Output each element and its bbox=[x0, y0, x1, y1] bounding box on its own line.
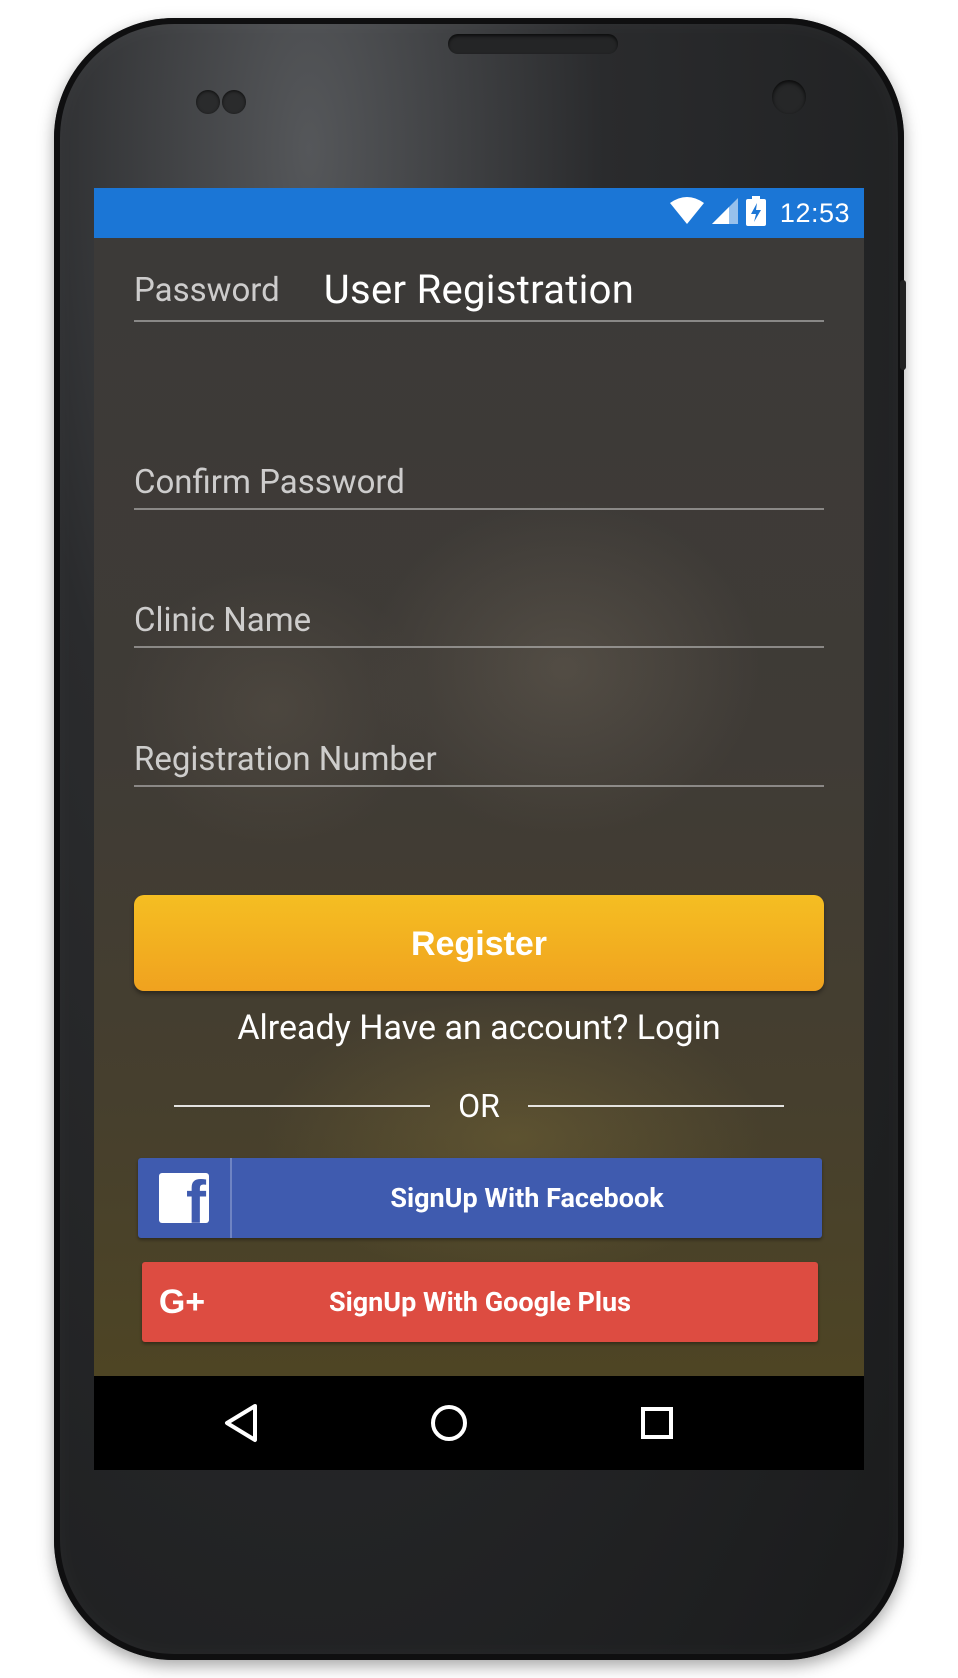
phone-sensor bbox=[222, 90, 246, 114]
facebook-icon-container: f bbox=[138, 1158, 232, 1238]
register-button[interactable]: Register bbox=[134, 895, 824, 991]
power-button bbox=[900, 280, 906, 370]
google-plus-icon: G+ bbox=[158, 1282, 206, 1321]
home-icon[interactable] bbox=[424, 1398, 474, 1448]
status-bar: 12:53 bbox=[94, 188, 864, 238]
phone-sensor bbox=[196, 90, 220, 114]
page-title: User Registration bbox=[323, 266, 635, 313]
wifi-icon bbox=[669, 197, 704, 229]
google-plus-signup-button[interactable]: G+ SignUp With Google Plus bbox=[142, 1262, 818, 1342]
confirm-password-input[interactable] bbox=[134, 463, 824, 502]
divider-line bbox=[527, 1105, 785, 1107]
registration-number-input[interactable] bbox=[134, 740, 824, 779]
back-icon[interactable] bbox=[216, 1398, 266, 1448]
battery-charging-icon bbox=[745, 196, 766, 230]
phone-earpiece bbox=[448, 34, 618, 54]
cell-signal-icon bbox=[711, 198, 738, 228]
front-camera bbox=[772, 80, 806, 114]
registration-number-field bbox=[134, 715, 824, 787]
or-divider: OR bbox=[174, 1086, 785, 1126]
status-time: 12:53 bbox=[779, 197, 850, 228]
google-plus-signup-label: SignUp With Google Plus bbox=[328, 1286, 632, 1318]
facebook-signup-button[interactable]: f SignUp With Facebook bbox=[138, 1158, 822, 1238]
recents-icon[interactable] bbox=[632, 1398, 682, 1448]
facebook-icon: f bbox=[159, 1173, 209, 1223]
divider-line bbox=[174, 1105, 431, 1107]
confirm-password-field bbox=[134, 438, 824, 510]
or-label: OR bbox=[458, 1087, 500, 1125]
phone-screen: 12:53 User Registration Register Already… bbox=[94, 188, 864, 1470]
navigation-bar bbox=[94, 1376, 864, 1470]
status-icons: 12:53 bbox=[669, 188, 850, 238]
clinic-name-input[interactable] bbox=[134, 601, 824, 640]
login-link[interactable]: Already Have an account? Login bbox=[94, 1008, 864, 1048]
facebook-signup-label: SignUp With Facebook bbox=[390, 1182, 664, 1214]
registration-screen: User Registration Register Already Have … bbox=[94, 238, 864, 1376]
clinic-name-field bbox=[134, 576, 824, 648]
